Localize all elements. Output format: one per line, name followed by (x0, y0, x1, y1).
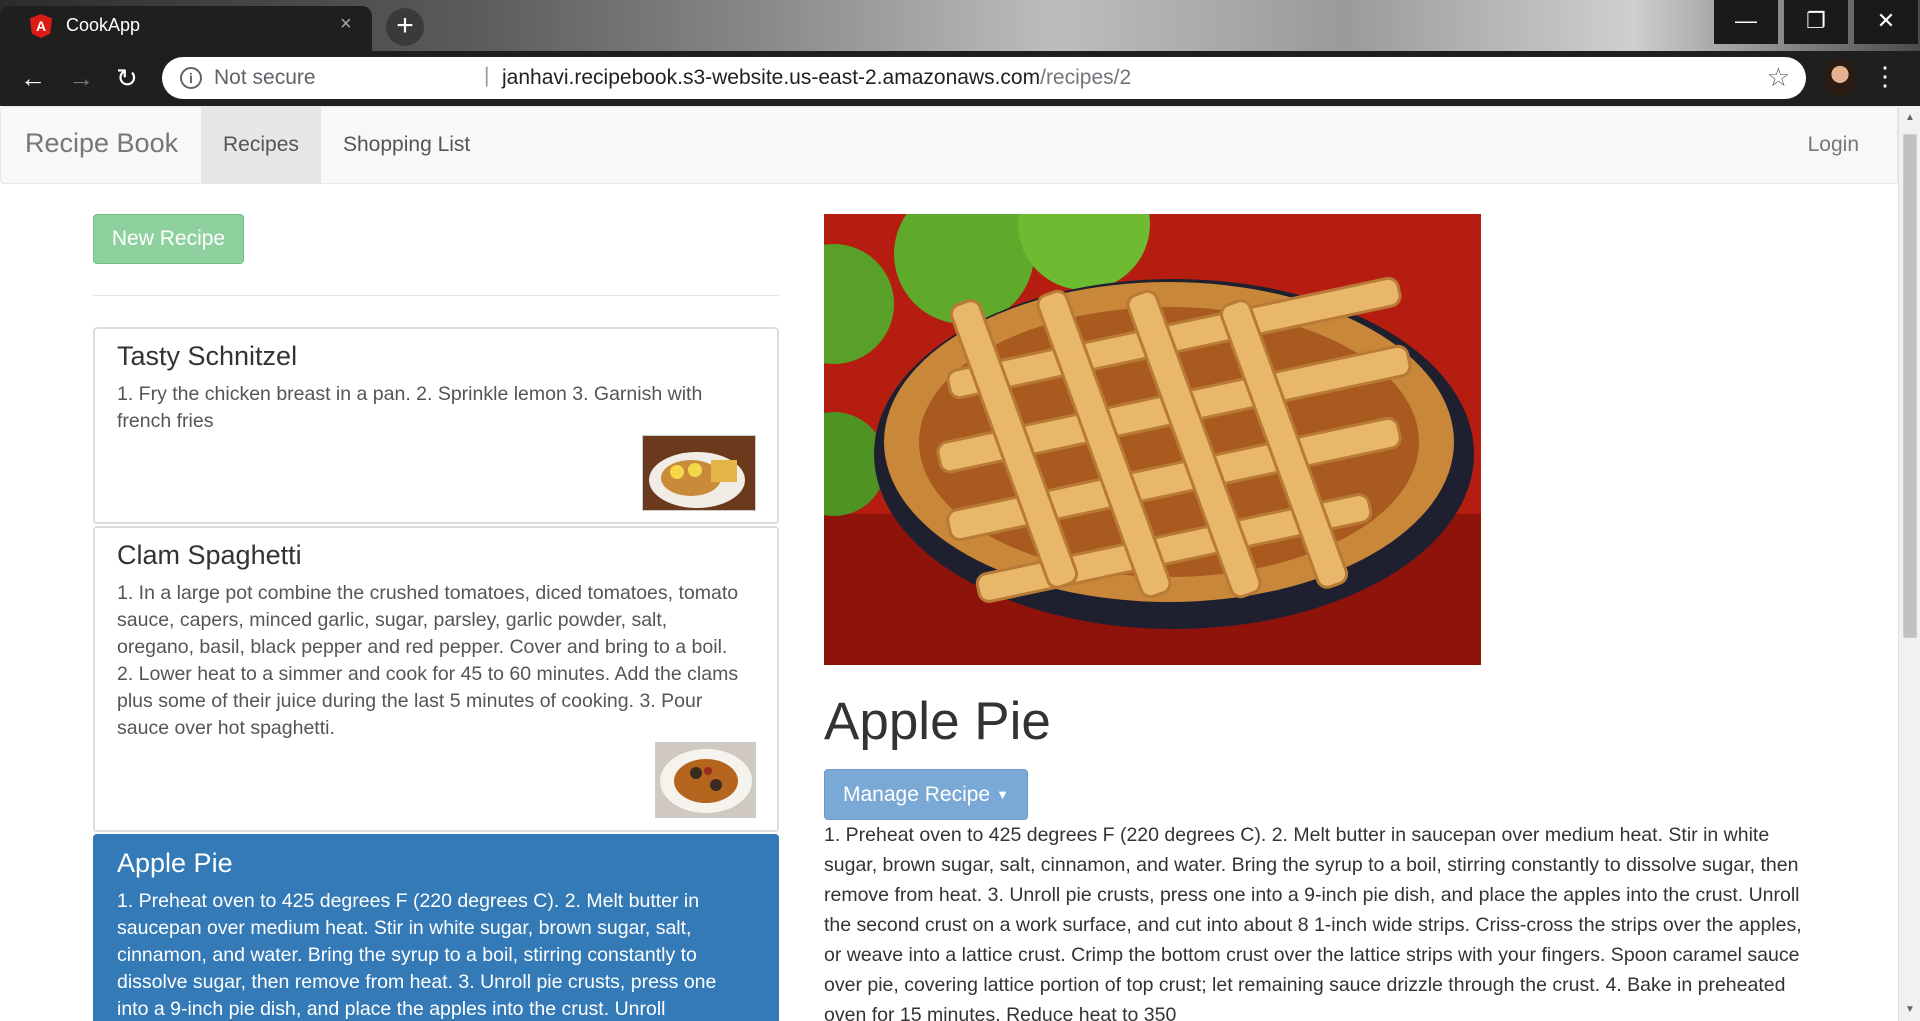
brand-link[interactable]: Recipe Book (25, 128, 178, 159)
new-tab-button[interactable]: + (386, 8, 424, 46)
profile-avatar[interactable] (1822, 60, 1858, 96)
recipe-item-title: Tasty Schnitzel (117, 341, 298, 371)
angular-icon: A (30, 14, 52, 38)
recipe-item-clam-spaghetti[interactable]: Clam Spaghetti 1. In a large pot combine… (93, 526, 779, 832)
address-bar[interactable]: i Not secure | janhavi.recipebook.s3-web… (162, 57, 1806, 99)
browser-titlebar: A CookApp × + — ❐ ✕ (0, 0, 1920, 51)
recipe-item-description: 1. Fry the chicken breast in a pan. 2. S… (117, 383, 703, 432)
reload-icon[interactable]: ↻ (116, 63, 138, 93)
url-path: /recipes/2 (1040, 66, 1132, 89)
minimize-icon[interactable]: — (1714, 0, 1778, 44)
recipe-detail-description: 1. Preheat oven to 425 degrees F (220 de… (824, 824, 1802, 1021)
address-bar-row: ← → ↻ i Not secure | janhavi.recipebook.… (0, 51, 1920, 106)
url-host: janhavi.recipebook.s3-website.us-east-2.… (502, 66, 1041, 89)
tab-close-icon[interactable]: × (340, 13, 352, 36)
browser-tab[interactable]: A CookApp × (0, 6, 372, 51)
info-icon[interactable]: i (180, 67, 202, 89)
tab-title: CookApp (66, 15, 141, 35)
login-link[interactable]: Login (1808, 107, 1859, 183)
scrollbar-thumb[interactable] (1903, 134, 1917, 638)
separator: | (484, 64, 490, 87)
forward-icon[interactable]: → (68, 63, 94, 93)
recipe-image (824, 214, 1481, 665)
scroll-down-icon[interactable]: ▼ (1905, 1004, 1915, 1015)
recipe-thumbnail (655, 742, 756, 818)
recipe-item-apple-pie[interactable]: Apple Pie 1. Preheat oven to 425 degrees… (93, 834, 779, 1021)
app-navbar: Recipe Book Recipes Shopping List Login (0, 106, 1898, 184)
nav-recipes[interactable]: Recipes (201, 107, 321, 183)
url-text[interactable]: janhavi.recipebook.s3-website.us-east-2.… (502, 66, 1131, 90)
restore-icon[interactable]: ❐ (1784, 0, 1848, 44)
manage-recipe-label: Manage Recipe (843, 783, 991, 806)
close-window-icon[interactable]: ✕ (1854, 0, 1918, 44)
security-label: Not secure (214, 66, 316, 89)
recipe-detail-title: Apple Pie (824, 692, 1051, 751)
recipe-item-tasty-schnitzel[interactable]: Tasty Schnitzel 1. Fry the chicken breas… (93, 327, 779, 524)
page-scrollbar[interactable]: ▲ ▼ (1898, 106, 1920, 1021)
recipe-thumbnail (642, 435, 756, 511)
recipe-item-description: 1. Preheat oven to 425 degrees F (220 de… (117, 890, 717, 1020)
new-recipe-button[interactable]: New Recipe (93, 214, 244, 264)
bookmark-star-icon[interactable]: ☆ (1767, 62, 1790, 93)
caret-down-icon: ▼ (996, 787, 1009, 802)
recipe-item-title: Clam Spaghetti (117, 540, 302, 570)
page-content: Recipe Book Recipes Shopping List Login … (0, 106, 1898, 1021)
scroll-up-icon[interactable]: ▲ (1905, 112, 1915, 123)
manage-recipe-button[interactable]: Manage Recipe ▼ (824, 769, 1028, 820)
divider (93, 295, 779, 296)
recipe-item-description: 1. In a large pot combine the crushed to… (117, 582, 739, 739)
nav-shopping-list[interactable]: Shopping List (321, 107, 492, 183)
back-icon[interactable]: ← (20, 63, 46, 93)
recipe-item-title: Apple Pie (117, 848, 233, 878)
browser-menu-icon[interactable]: ⋮ (1872, 61, 1898, 91)
